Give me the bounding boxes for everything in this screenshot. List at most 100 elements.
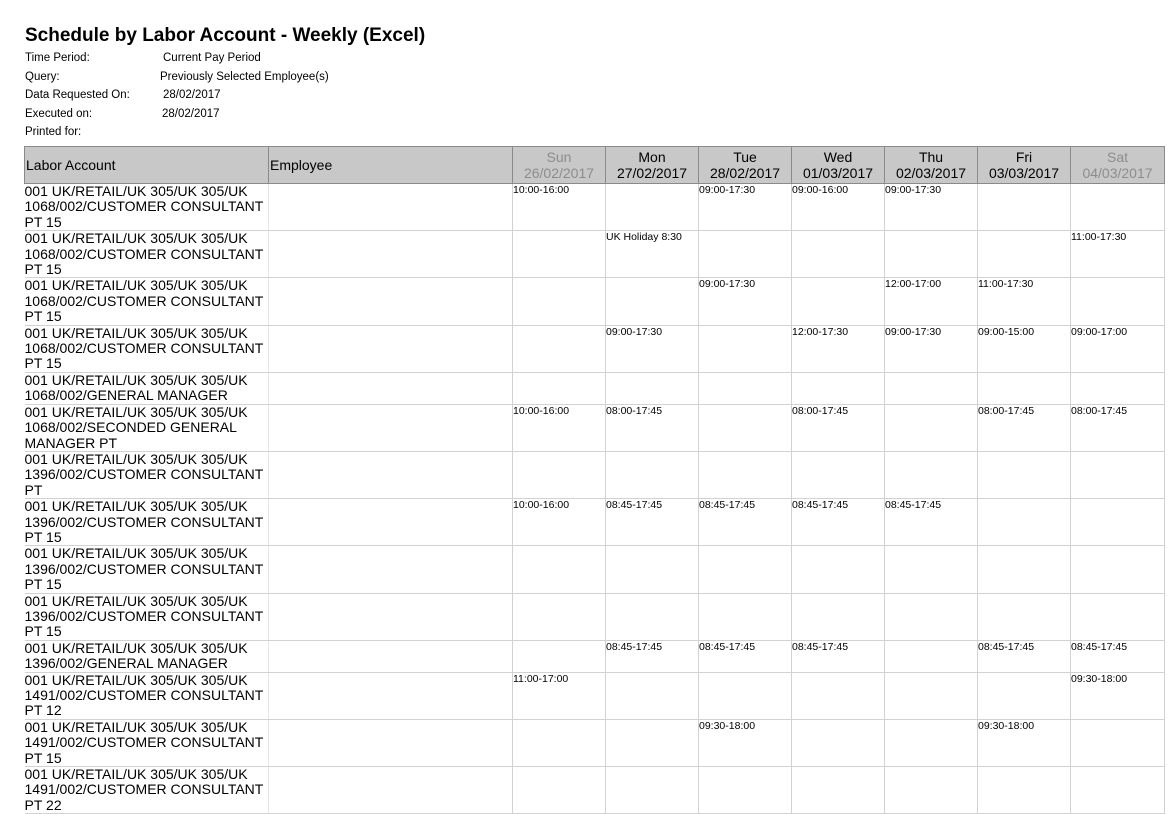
- labor-account-cell: 001 UK/RETAIL/UK 305/UK 305/UK 1396/002/…: [24, 545, 269, 594]
- table-row: 001 UK/RETAIL/UK 305/UK 305/UK 1068/002/…: [24, 183, 1165, 232]
- query-value: Previously Selected Employee(s): [160, 71, 329, 83]
- table-row: 001 UK/RETAIL/UK 305/UK 305/UK 1396/002/…: [24, 451, 1165, 500]
- shift-cell: [512, 545, 606, 594]
- shift-cell: [884, 640, 978, 673]
- shift-cell: [605, 766, 699, 814]
- data-requested-label: Data Requested On:: [25, 89, 130, 101]
- shift-cell: 08:00-17:45: [1070, 404, 1165, 452]
- table-row: 001 UK/RETAIL/UK 305/UK 305/UK 1491/002/…: [24, 719, 1165, 768]
- shift-cell: [791, 766, 885, 814]
- employee-cell: [268, 372, 513, 405]
- day-header-mon: Mon 27/02/2017: [605, 146, 699, 184]
- shift-cell: 08:00-17:45: [605, 404, 699, 452]
- labor-account-cell: 001 UK/RETAIL/UK 305/UK 305/UK 1396/002/…: [24, 498, 269, 547]
- shift-cell: [605, 183, 699, 232]
- schedule-table: Labor Account Employee Sun 26/02/2017 Mon…: [24, 146, 1165, 814]
- shift-cell: [977, 545, 1071, 594]
- table-row: 001 UK/RETAIL/UK 305/UK 305/UK 1068/002/…: [24, 372, 1165, 405]
- employee-cell: [268, 640, 513, 673]
- shift-cell: 11:00-17:30: [1070, 230, 1165, 279]
- shift-cell: [698, 451, 792, 500]
- shift-cell: [605, 451, 699, 500]
- shift-cell: 09:00-15:00: [977, 325, 1071, 373]
- employee-cell: [268, 498, 513, 547]
- table-row: 001 UK/RETAIL/UK 305/UK 305/UK 1068/002/…: [24, 230, 1165, 279]
- shift-cell: [605, 277, 699, 326]
- shift-cell: 09:00-17:30: [698, 277, 792, 326]
- table-row: 001 UK/RETAIL/UK 305/UK 305/UK 1068/002/…: [24, 277, 1165, 326]
- shift-cell: [605, 545, 699, 594]
- shift-cell: [884, 719, 978, 768]
- data-requested-value: 28/02/2017: [163, 89, 221, 101]
- day-date: 01/03/2017: [802, 165, 874, 181]
- shift-cell: [512, 230, 606, 279]
- shift-cell: [884, 766, 978, 814]
- table-row: 001 UK/RETAIL/UK 305/UK 305/UK 1068/002/…: [24, 325, 1165, 373]
- day-header-sat: Sat 04/03/2017: [1070, 146, 1165, 184]
- employee-cell: [268, 766, 513, 814]
- employee-cell: [268, 183, 513, 232]
- shift-cell: [884, 372, 978, 405]
- day-name: Sun: [546, 149, 572, 165]
- shift-cell: 08:45-17:45: [698, 640, 792, 673]
- employee-cell: [268, 230, 513, 279]
- shift-cell: 11:00-17:00: [512, 672, 606, 720]
- shift-cell: [977, 766, 1071, 814]
- shift-cell: [1070, 372, 1165, 405]
- employee-cell: [268, 719, 513, 768]
- shift-cell: [1070, 498, 1165, 547]
- day-header-tue: Tue 28/02/2017: [698, 146, 792, 184]
- labor-account-cell: 001 UK/RETAIL/UK 305/UK 305/UK 1396/002/…: [24, 593, 269, 641]
- day-date: 26/02/2017: [523, 165, 595, 181]
- day-name: Thu: [918, 149, 944, 165]
- shift-cell: [512, 372, 606, 405]
- shift-cell: [512, 325, 606, 373]
- shift-cell: [1070, 277, 1165, 326]
- table-row: 001 UK/RETAIL/UK 305/UK 305/UK 1396/002/…: [24, 498, 1165, 547]
- labor-account-cell: 001 UK/RETAIL/UK 305/UK 305/UK 1068/002/…: [24, 372, 269, 405]
- shift-cell: [884, 230, 978, 279]
- shift-cell: [512, 451, 606, 500]
- day-header-thu: Thu 02/03/2017: [884, 146, 978, 184]
- day-name: Wed: [823, 149, 853, 165]
- labor-account-cell: 001 UK/RETAIL/UK 305/UK 305/UK 1491/002/…: [24, 672, 269, 720]
- labor-account-cell: 001 UK/RETAIL/UK 305/UK 305/UK 1396/002/…: [24, 451, 269, 500]
- shift-cell: 09:00-17:30: [698, 183, 792, 232]
- shift-cell: [698, 404, 792, 452]
- shift-cell: [884, 451, 978, 500]
- employee-cell: [268, 451, 513, 500]
- shift-cell: 09:00-17:30: [884, 183, 978, 232]
- day-date: 04/03/2017: [1082, 165, 1153, 181]
- labor-account-cell: 001 UK/RETAIL/UK 305/UK 305/UK 1068/002/…: [24, 404, 269, 452]
- shift-cell: [698, 325, 792, 373]
- executed-on-value: 28/02/2017: [162, 108, 220, 120]
- shift-cell: [698, 545, 792, 594]
- shift-cell: [884, 672, 978, 720]
- shift-cell: [884, 545, 978, 594]
- shift-cell: 08:45-17:45: [791, 498, 885, 547]
- shift-cell: 08:45-17:45: [605, 498, 699, 547]
- shift-cell: [512, 719, 606, 768]
- shift-cell: 12:00-17:00: [884, 277, 978, 326]
- shift-cell: 08:00-17:45: [977, 404, 1071, 452]
- shift-cell: [1070, 451, 1165, 500]
- employee-header: Employee: [268, 146, 513, 184]
- shift-cell: 10:00-16:00: [512, 404, 606, 452]
- day-date: 02/03/2017: [895, 165, 967, 181]
- shift-cell: [791, 230, 885, 279]
- shift-cell: [698, 230, 792, 279]
- day-date: 28/02/2017: [709, 165, 781, 181]
- shift-cell: [512, 766, 606, 814]
- employee-cell: [268, 593, 513, 641]
- day-header-sun: Sun 26/02/2017: [512, 146, 606, 184]
- employee-cell: [268, 325, 513, 373]
- query-label: Query:: [25, 71, 60, 83]
- shift-cell: [884, 404, 978, 452]
- executed-on-label: Executed on:: [25, 108, 93, 120]
- shift-cell: [977, 451, 1071, 500]
- shift-cell: [884, 593, 978, 641]
- labor-account-cell: 001 UK/RETAIL/UK 305/UK 305/UK 1491/002/…: [24, 766, 269, 814]
- shift-cell: 08:45-17:45: [698, 498, 792, 547]
- day-date: 27/02/2017: [616, 165, 688, 181]
- shift-cell: [791, 672, 885, 720]
